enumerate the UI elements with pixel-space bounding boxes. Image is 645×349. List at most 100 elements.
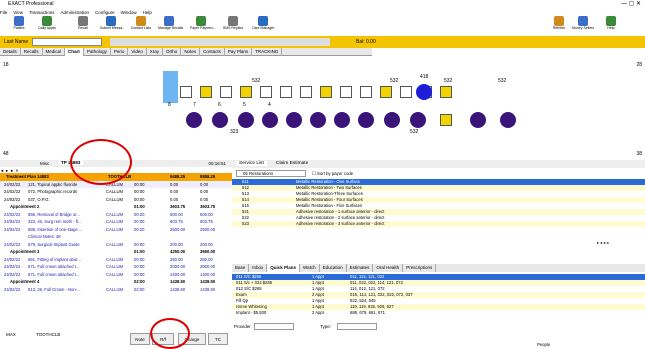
note-button[interactable]: Note bbox=[130, 333, 150, 345]
tooth[interactable] bbox=[440, 114, 452, 126]
toolbar-button[interactable]: Care Manager bbox=[252, 16, 274, 36]
tooth[interactable] bbox=[340, 86, 352, 98]
tab-watch[interactable]: Watch bbox=[300, 264, 320, 272]
tab-quick-plans[interactable]: Quick Plans bbox=[267, 264, 301, 272]
menu-item[interactable]: View bbox=[13, 9, 23, 16]
plan-row[interactable]: 24/02/22 679, Surgical Implant Guide CALLU… bbox=[0, 241, 232, 249]
tooth-marker[interactable] bbox=[286, 112, 302, 128]
tooth[interactable] bbox=[300, 86, 312, 98]
tooth-marker[interactable] bbox=[212, 112, 228, 128]
tooth[interactable] bbox=[200, 86, 212, 98]
tab-tracking[interactable]: TRACKING bbox=[252, 48, 283, 56]
toolbar-button[interactable]: Submit Messa.. bbox=[100, 16, 124, 36]
plan-row[interactable]: 24/02/22 072, Photographic records CALLUM 0… bbox=[0, 188, 232, 196]
menu-bar[interactable]: File View Transactions Administration Config… bbox=[0, 9, 645, 16]
last-name-input[interactable] bbox=[32, 38, 102, 46]
tab-education[interactable]: Education bbox=[320, 264, 347, 272]
plan-row[interactable]: 24/02/22 671, Full crown attached t... CAL… bbox=[0, 271, 232, 279]
plan-row[interactable]: Clinical Notes: 48 bbox=[0, 233, 232, 241]
plan-row[interactable]: Appointment 2 01:00 3603.75 3603.75 bbox=[0, 203, 232, 211]
plan-row[interactable]: Appointment 3 01:00 4250.00 3650.00 bbox=[0, 248, 232, 256]
toolbar-button[interactable]: SMS Replies bbox=[222, 16, 244, 36]
plan-row[interactable]: 24/02/22 613, 26, Full Crown - Non-... CAL… bbox=[0, 286, 232, 294]
tooth-marker[interactable] bbox=[238, 112, 254, 128]
tab-prescriptions[interactable]: Prescriptions bbox=[403, 264, 437, 272]
quick-tabs[interactable]: Base Inbox Quick Plans Watch Education Estima… bbox=[232, 264, 645, 272]
service-nav[interactable]: ▸ ◂ ◂ ◂ bbox=[597, 240, 642, 246]
toolbar-button[interactable]: Payer Paymen... bbox=[190, 16, 216, 36]
toolbar-button[interactable]: Patient bbox=[8, 16, 30, 36]
tc-button[interactable]: TC bbox=[208, 333, 228, 345]
quick-plan-row[interactable]: Implant - $5,500 2 Appt 688, 679, 661, 671 bbox=[232, 310, 645, 316]
plan-row[interactable]: 24/02/22 688, Insertion of one-stage ... C… bbox=[0, 226, 232, 234]
tooth-marker[interactable] bbox=[410, 112, 426, 128]
provider-field[interactable] bbox=[254, 323, 294, 330]
tooth[interactable] bbox=[380, 86, 392, 98]
tooth[interactable] bbox=[280, 86, 292, 98]
tooth[interactable] bbox=[320, 86, 332, 98]
tab-service-list[interactable]: Service List bbox=[236, 161, 267, 166]
tooth-marker[interactable] bbox=[358, 112, 374, 128]
menu-item[interactable]: Transactions bbox=[29, 9, 55, 16]
category-select[interactable]: 05 Restorations bbox=[236, 170, 306, 177]
tab-claim-estimate[interactable]: Claim Estimate bbox=[276, 161, 308, 166]
toolbar[interactable]: Patient Daily Appts Recall Submit Messa.. Co… bbox=[0, 16, 645, 36]
service-tabs[interactable]: Service List Claim Estimate bbox=[232, 160, 645, 168]
menu-item[interactable]: Window bbox=[121, 9, 137, 16]
menu-item[interactable]: File bbox=[0, 9, 7, 16]
tooth-marker[interactable] bbox=[384, 112, 400, 128]
menu-item[interactable]: Administration bbox=[61, 9, 90, 16]
window-controls[interactable]: — ▢ ✕ bbox=[621, 0, 641, 7]
sort-checkbox[interactable]: ☐ Sort by payor code bbox=[312, 171, 353, 177]
missing-tooth-highlight[interactable] bbox=[163, 71, 178, 103]
tooth[interactable] bbox=[220, 86, 232, 98]
patient-tabs[interactable]: Details Recalls Medical Chart Pathology Perio… bbox=[0, 48, 372, 56]
tab-pay-plans[interactable]: Pay Plans bbox=[225, 48, 253, 56]
tab-perio[interactable]: Perio bbox=[111, 48, 129, 56]
tooth-marker[interactable] bbox=[186, 112, 202, 128]
tooth-marker[interactable] bbox=[262, 112, 278, 128]
toolbar-button[interactable]: Contact Lists bbox=[130, 16, 152, 36]
toolbar-button[interactable]: Manage Recalls bbox=[158, 16, 183, 36]
toolbar-button[interactable]: Refresh bbox=[548, 16, 570, 36]
tooth-marker[interactable] bbox=[416, 84, 432, 100]
tooth-marker[interactable] bbox=[334, 112, 350, 128]
toolbar-button[interactable]: Recall bbox=[72, 16, 94, 36]
tooth[interactable] bbox=[260, 86, 272, 98]
tooth-marker[interactable] bbox=[500, 112, 516, 128]
tooth-marker[interactable] bbox=[470, 112, 486, 128]
toolbar-button[interactable]: Help bbox=[600, 16, 622, 36]
tooth[interactable] bbox=[240, 86, 252, 98]
patient-tools[interactable] bbox=[110, 38, 330, 46]
tooth[interactable] bbox=[360, 86, 372, 98]
tooth[interactable] bbox=[400, 86, 412, 98]
plan-row[interactable]: 24/02/22 323, 45, Surg rem tooth - ft... C… bbox=[0, 218, 232, 226]
tab-misc[interactable]: Misc bbox=[40, 161, 49, 166]
tab-recalls[interactable]: Recalls bbox=[21, 48, 43, 56]
tab-base[interactable]: Base bbox=[232, 264, 250, 272]
tab-video[interactable]: Video bbox=[128, 48, 147, 56]
plan-row[interactable]: 24/02/22 656, Removal of Bridge or... CALL… bbox=[0, 211, 232, 219]
service-row[interactable]: 523 Adhesive restoration - 3 surface ante… bbox=[232, 221, 645, 227]
plan-row[interactable]: Appointment 4 02:00 1438.50 1438.50 bbox=[0, 278, 232, 286]
type-field[interactable] bbox=[337, 323, 377, 330]
tab-xray[interactable]: Xray bbox=[147, 48, 164, 56]
plan-row[interactable]: 24/02/22 661, Fitting of implant abut... C… bbox=[0, 256, 232, 264]
plan-row[interactable]: 24/02/22 037, O.P.G. CALLUM 00:00 0.00 0.00 bbox=[0, 196, 232, 204]
tab-inbox[interactable]: Inbox bbox=[249, 264, 268, 272]
tab-pathology[interactable]: Pathology bbox=[84, 48, 111, 56]
quick-nav[interactable] bbox=[232, 254, 645, 262]
tab-medical[interactable]: Medical bbox=[43, 48, 66, 56]
menu-item[interactable]: Help bbox=[143, 9, 152, 16]
toolbar-button[interactable]: Daily Appts bbox=[36, 16, 58, 36]
tooth[interactable] bbox=[180, 86, 192, 98]
tab-chart[interactable]: Chart bbox=[65, 48, 84, 56]
tab-estimates[interactable]: Estimates bbox=[347, 264, 374, 272]
toolbar-button[interactable]: Money Sellers bbox=[572, 16, 594, 36]
tab-ortho[interactable]: Ortho bbox=[163, 48, 182, 56]
plan-row[interactable]: 24/02/22 671, Full crown attached t... CAL… bbox=[0, 263, 232, 271]
tooth-marker[interactable] bbox=[310, 112, 326, 128]
tab-contacts[interactable]: Contacts bbox=[200, 48, 225, 56]
tab-details[interactable]: Details bbox=[0, 48, 21, 56]
tab-oral-health[interactable]: Oral Health bbox=[373, 264, 404, 272]
